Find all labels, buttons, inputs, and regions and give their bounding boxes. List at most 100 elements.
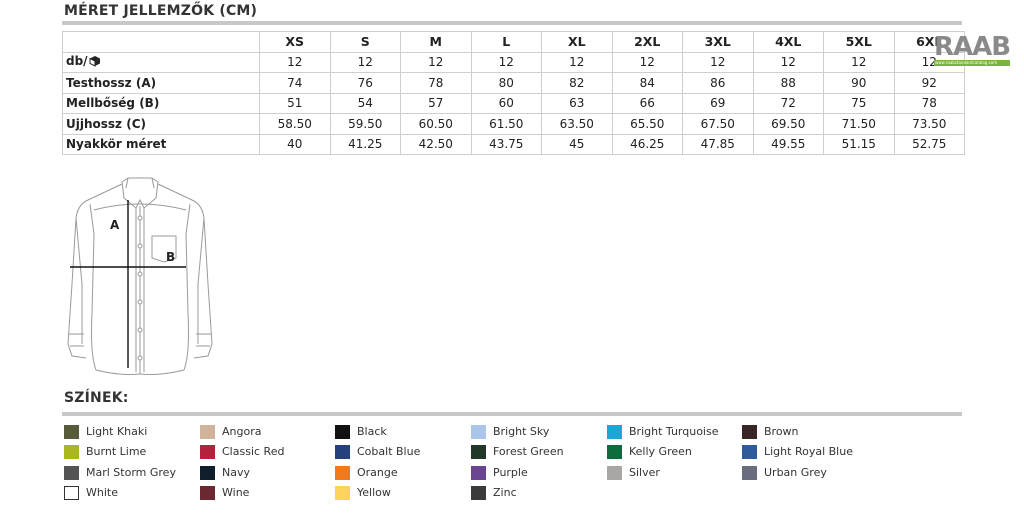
table-cell: 41.25	[329, 133, 401, 155]
table-cell: 12	[823, 51, 895, 73]
row-label: db/	[62, 51, 260, 73]
size-header-cell: 5XL	[823, 31, 895, 53]
swatch-box	[64, 445, 79, 459]
table-cell: 12	[752, 51, 824, 73]
table-cell: 51.15	[823, 133, 895, 155]
table-cell: 69.50	[752, 113, 824, 135]
table-cell: 51	[259, 92, 331, 114]
brand-logo: RAAB www.raabstandardcatalog.com	[934, 32, 1011, 68]
swatch-box	[64, 425, 79, 439]
table-row: db/ 12 12 12 12 12 12 12 12 12 12	[62, 51, 965, 73]
size-header-cell: XL	[541, 31, 613, 53]
table-cell: 80	[470, 72, 542, 94]
table-cell: 45	[541, 133, 613, 155]
table-cell: 63.50	[541, 113, 613, 135]
swatch-label: Purple	[493, 466, 528, 479]
table-cell: 43.75	[470, 133, 542, 155]
swatch-box	[64, 466, 79, 480]
swatch-box	[200, 486, 215, 500]
table-cell: 49.55	[752, 133, 824, 155]
table-cell: 90	[823, 72, 895, 94]
table-cell: 72	[752, 92, 824, 114]
table-cell: 66	[611, 92, 683, 114]
logo-url: www.raabstandardcatalog.com	[935, 60, 998, 65]
swatch-label: Forest Green	[493, 445, 564, 458]
table-cell: 92	[893, 72, 965, 94]
table-cell: 40	[259, 133, 331, 155]
table-cell: 12	[329, 51, 401, 73]
measure-label-a: A	[110, 218, 120, 232]
table-cell: 71.50	[823, 113, 895, 135]
table-cell: 78	[400, 72, 472, 94]
row-label: Nyakkör méret	[62, 133, 260, 155]
row-label: Testhossz (A)	[62, 72, 260, 94]
table-row: Testhossz (A) 74 76 78 80 82 84 86 88 90…	[62, 72, 965, 94]
swatch-box	[200, 425, 215, 439]
swatch-box	[335, 486, 350, 500]
table-cell: 54	[329, 92, 401, 114]
swatch-label: Angora	[222, 425, 262, 438]
swatch-box	[607, 445, 622, 459]
table-row: Ujjhossz (C) 58.50 59.50 60.50 61.50 63.…	[62, 113, 965, 135]
size-header-row: XS S M L XL 2XL 3XL 4XL 5XL 6XL	[62, 31, 965, 53]
swatch-label: Cobalt Blue	[357, 445, 421, 458]
table-cell: 74	[259, 72, 331, 94]
table-cell: 86	[682, 72, 754, 94]
table-cell: 58.50	[259, 113, 331, 135]
swatch-box	[64, 486, 79, 500]
table-cell: 42.50	[400, 133, 472, 155]
swatch-label: Marl Storm Grey	[86, 466, 176, 479]
logo-text: RAAB	[934, 32, 1011, 62]
swatch-box	[471, 466, 486, 480]
size-header-cell: 4XL	[752, 31, 824, 53]
swatch-box	[607, 425, 622, 439]
table-row: Mellbőség (B) 51 54 57 60 63 66 69 72 75…	[62, 92, 965, 114]
swatch-box	[200, 445, 215, 459]
table-cell: 61.50	[470, 113, 542, 135]
table-row: Nyakkör méret 40 41.25 42.50 43.75 45 46…	[62, 133, 965, 155]
swatch-box	[471, 425, 486, 439]
swatch-label: Brown	[764, 425, 799, 438]
box-icon	[89, 55, 101, 70]
table-cell: 75	[823, 92, 895, 114]
table-cell: 78	[893, 92, 965, 114]
colors-section-title: SZÍNEK:	[64, 390, 129, 406]
swatch-label: Urban Grey	[764, 466, 827, 479]
table-cell: 47.85	[682, 133, 754, 155]
size-section-divider	[62, 21, 962, 25]
table-cell: 12	[541, 51, 613, 73]
swatch-box	[742, 466, 757, 480]
table-cell: 63	[541, 92, 613, 114]
table-cell: 12	[470, 51, 542, 73]
colors-section-divider	[62, 412, 962, 416]
table-cell: 65.50	[611, 113, 683, 135]
table-cell: 60	[470, 92, 542, 114]
swatch-label: Silver	[629, 466, 660, 479]
swatch-box	[607, 466, 622, 480]
swatch-label: Black	[357, 425, 387, 438]
swatch-label: Bright Sky	[493, 425, 550, 438]
swatch-label: Light Khaki	[86, 425, 148, 438]
table-cell: 88	[752, 72, 824, 94]
table-cell: 67.50	[682, 113, 754, 135]
swatch-box	[742, 445, 757, 459]
table-cell: 59.50	[329, 113, 401, 135]
row-label-text: db/	[66, 54, 88, 69]
swatch-box	[471, 486, 486, 500]
swatch-label: Yellow	[357, 486, 391, 499]
table-cell: 12	[682, 51, 754, 73]
swatch-box	[742, 425, 757, 439]
measure-label-b: B	[166, 250, 176, 264]
table-cell: 12	[611, 51, 683, 73]
row-label: Mellbőség (B)	[62, 92, 260, 114]
size-header-cell: 2XL	[611, 31, 683, 53]
swatch-label: Kelly Green	[629, 445, 692, 458]
table-cell: 69	[682, 92, 754, 114]
size-section-title: MÉRET JELLEMZŐK (CM)	[64, 3, 258, 19]
table-cell: 60.50	[400, 113, 472, 135]
table-cell: 52.75	[893, 133, 965, 155]
table-cell: 57	[400, 92, 472, 114]
shirt-measurement-diagram: A B	[60, 174, 220, 382]
swatch-label: White	[86, 486, 118, 499]
swatch-label: Zinc	[493, 486, 517, 499]
